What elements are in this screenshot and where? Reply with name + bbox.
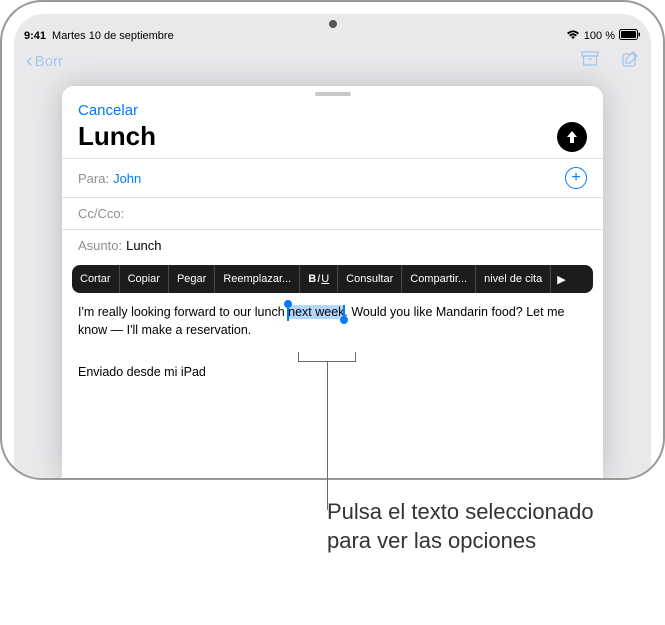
arrow-up-icon — [564, 129, 580, 145]
to-value: John — [113, 171, 141, 186]
compose-sheet: Cancelar Lunch Para: John + Cc/Cco: — [62, 86, 603, 478]
status-time: 9:41 — [24, 30, 46, 42]
chevron-left-icon: ‹ — [26, 50, 33, 73]
subject-label: Asunto: — [78, 238, 122, 253]
callout-text: Pulsa el texto seleccionado para ver las… — [327, 498, 627, 555]
callout-stem — [327, 362, 328, 510]
archive-icon[interactable] — [581, 51, 599, 71]
screen: 9:41 Martes 10 de septiembre 100 % ‹ Bor… — [14, 14, 651, 478]
menu-more-arrow[interactable]: ▶ — [551, 265, 571, 293]
battery-icon — [619, 29, 641, 43]
to-label: Para: — [78, 171, 109, 186]
plus-icon: + — [571, 170, 580, 186]
menu-cut[interactable]: Cortar — [72, 265, 119, 293]
email-body[interactable]: I'm really looking forward to our lunch … — [62, 293, 603, 391]
menu-paste[interactable]: Pegar — [169, 265, 214, 293]
body-text-post2: know — I'll make a reservation. — [78, 321, 587, 339]
menu-biu[interactable]: BIU — [300, 265, 337, 293]
cc-bcc-field-row[interactable]: Cc/Cco: — [62, 197, 603, 229]
compose-icon[interactable] — [621, 50, 639, 72]
selected-text[interactable]: next week — [288, 305, 344, 319]
subject-value: Lunch — [126, 238, 161, 253]
body-text-post1: . Would you like Mandarin food? Let me — [344, 305, 564, 319]
body-text-pre: I'm really looking forward to our lunch — [78, 305, 288, 319]
cc-bcc-label: Cc/Cco: — [78, 206, 124, 221]
menu-replace[interactable]: Reemplazar... — [215, 265, 299, 293]
menu-share[interactable]: Compartir... — [402, 265, 475, 293]
nav-back[interactable]: ‹ Borr — [26, 50, 63, 73]
email-signature: Enviado desde mi iPad — [78, 363, 587, 381]
callout-bracket — [298, 352, 356, 362]
subject-field-row[interactable]: Asunto: Lunch — [62, 229, 603, 261]
menu-copy[interactable]: Copiar — [120, 265, 168, 293]
camera-dot — [329, 20, 337, 28]
menu-quote-level[interactable]: nivel de cita — [476, 265, 550, 293]
cancel-button[interactable]: Cancelar — [78, 100, 138, 119]
battery-text: 100 % — [584, 30, 615, 42]
nav-bar: ‹ Borr — [14, 46, 651, 76]
compose-title: Lunch — [78, 121, 156, 152]
status-date: Martes 10 de septiembre — [52, 30, 174, 42]
menu-lookup[interactable]: Consultar — [338, 265, 401, 293]
wifi-icon — [566, 30, 580, 43]
to-field-row[interactable]: Para: John + — [62, 158, 603, 197]
text-edit-menu: Cortar Copiar Pegar Reemplazar... BIU Co… — [72, 265, 593, 293]
send-button[interactable] — [557, 122, 587, 152]
add-contact-button[interactable]: + — [565, 167, 587, 189]
nav-back-label: Borr — [35, 53, 63, 70]
ipad-frame: 9:41 Martes 10 de septiembre 100 % ‹ Bor… — [0, 0, 665, 480]
